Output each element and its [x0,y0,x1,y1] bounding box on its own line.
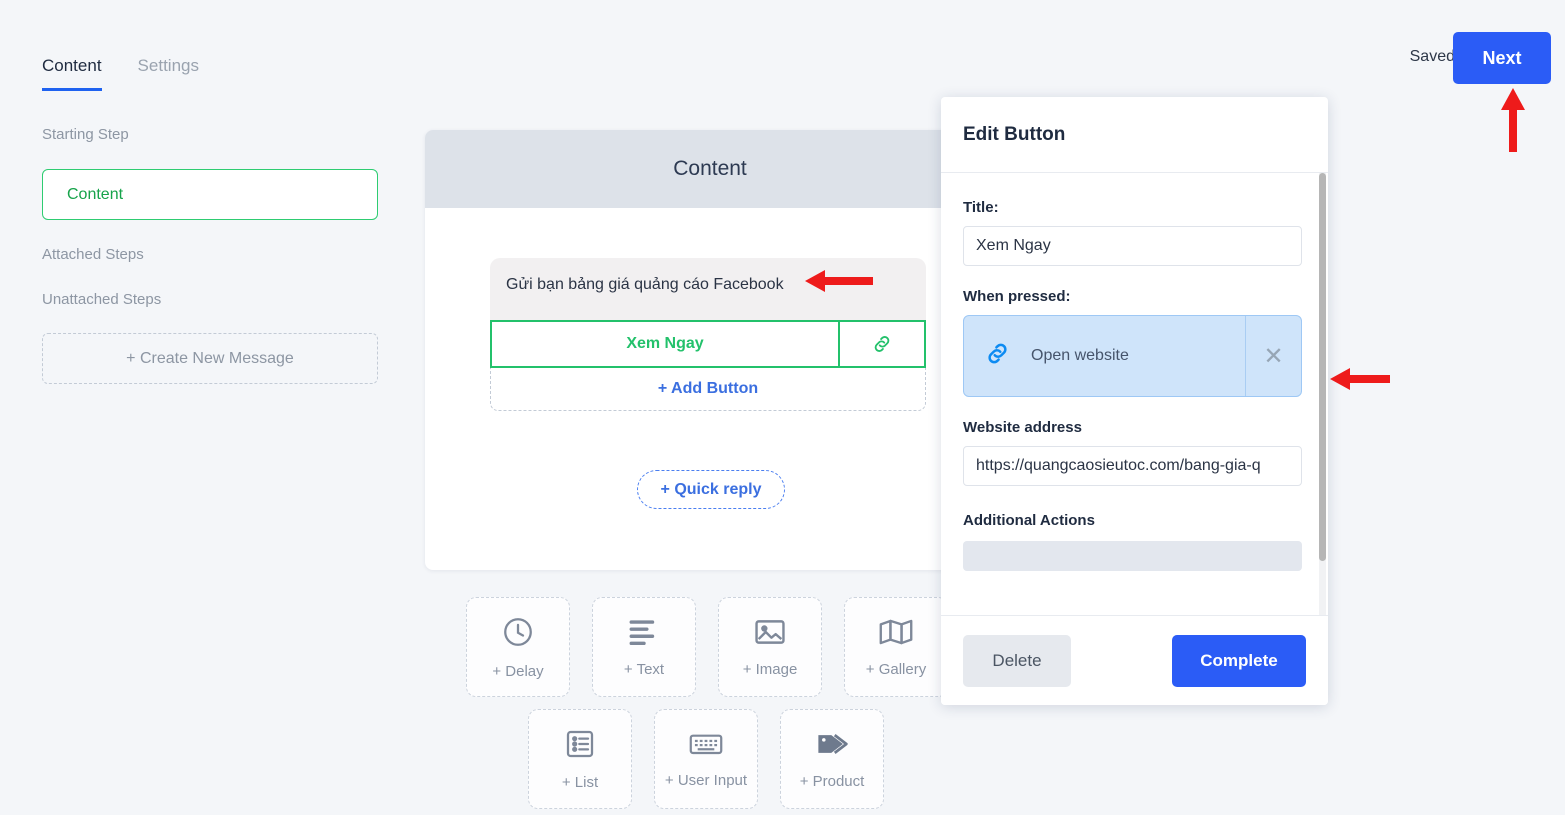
message-bubble-text: Gửi bạn bảng giá quảng cáo Facebook [506,276,784,293]
open-website-label: Open website [1031,347,1129,364]
tool-tile-label: + User Input [664,771,748,789]
list-icon [564,728,596,760]
panel-scrollbar-thumb[interactable] [1319,173,1326,561]
panel-body: Title: When pressed: Open website ✕ Webs… [941,173,1328,615]
clock-icon [501,615,535,649]
tool-tiles-row-1: + Delay + Text + Image + Gallery [466,597,948,697]
text-lines-icon [627,617,661,647]
app-root: Content Settings Saved Next Starting Ste… [0,0,1565,815]
annotation-arrow-next [1501,88,1525,152]
tool-tile-text[interactable]: + Text [592,597,696,697]
tool-tile-list[interactable]: + List [528,709,632,809]
saved-status: Saved [1409,48,1455,65]
close-icon[interactable]: ✕ [1245,316,1301,396]
annotation-arrow-action [1330,368,1390,390]
tool-tile-delay[interactable]: + Delay [466,597,570,697]
tool-tiles-row-2: + List + User Input + Product [528,709,884,809]
tool-tile-label: + List [561,773,599,791]
website-address-input[interactable] [963,446,1302,486]
website-address-label: Website address [963,419,1082,436]
when-pressed-action-row: Open website ✕ [963,315,1302,397]
when-pressed-label: When pressed: [963,288,1071,305]
image-icon [753,617,787,647]
unattached-steps-label: Unattached Steps [42,291,162,308]
title-field-label: Title: [963,199,999,216]
tab-content[interactable]: Content [42,56,102,91]
gallery-map-icon [878,617,914,647]
open-website-action[interactable]: Open website [964,316,1245,396]
message-bubble-group: Gửi bạn bảng giá quảng cáo Facebook Xem … [490,258,926,411]
add-button[interactable]: + Add Button [490,368,926,411]
message-button-label[interactable]: Xem Ngay [492,322,838,366]
tool-tile-user-input[interactable]: + User Input [654,709,758,809]
message-card-header: Content [425,130,995,208]
starting-step-label: Starting Step [42,126,129,143]
tool-tile-label: + Text [623,660,665,678]
additional-actions-label: Additional Actions [963,512,1095,529]
tool-tile-label: + Gallery [865,660,927,678]
additional-actions-section: Additional Actions [963,512,1306,571]
tab-settings[interactable]: Settings [138,56,199,91]
link-icon[interactable] [838,322,924,366]
tool-tile-label: + Image [742,660,798,678]
message-card-title: Content [673,157,747,180]
quick-reply-button[interactable]: + Quick reply [637,470,785,509]
title-input[interactable] [963,226,1302,266]
tool-tile-product[interactable]: + Product [780,709,884,809]
panel-title: Edit Button [963,123,1066,145]
next-button[interactable]: Next [1453,32,1551,84]
keyboard-icon [688,730,724,758]
create-new-message-button[interactable]: + Create New Message [42,333,378,384]
panel-header: Edit Button [941,97,1328,173]
tool-tile-gallery[interactable]: + Gallery [844,597,948,697]
tool-tile-image[interactable]: + Image [718,597,822,697]
delete-button[interactable]: Delete [963,634,1071,687]
message-button-row: Xem Ngay [490,320,926,368]
edit-button-panel: Edit Button Title: When pressed: Open we… [941,97,1328,705]
sidebar-step-content[interactable]: Content [42,169,378,220]
attached-steps-label: Attached Steps [42,246,144,263]
tool-tile-label: + Delay [492,662,544,680]
message-bubble[interactable]: Gửi bạn bảng giá quảng cáo Facebook [490,258,926,320]
link-icon [984,340,1011,372]
tool-tile-label: + Product [799,772,865,790]
top-tabs: Content Settings [42,56,199,91]
tag-icon [814,729,850,759]
panel-footer: Delete Complete [941,615,1328,705]
sidebar-step-label: Content [67,185,124,203]
complete-button[interactable]: Complete [1172,634,1306,687]
additional-actions-dropdown[interactable] [963,541,1302,571]
